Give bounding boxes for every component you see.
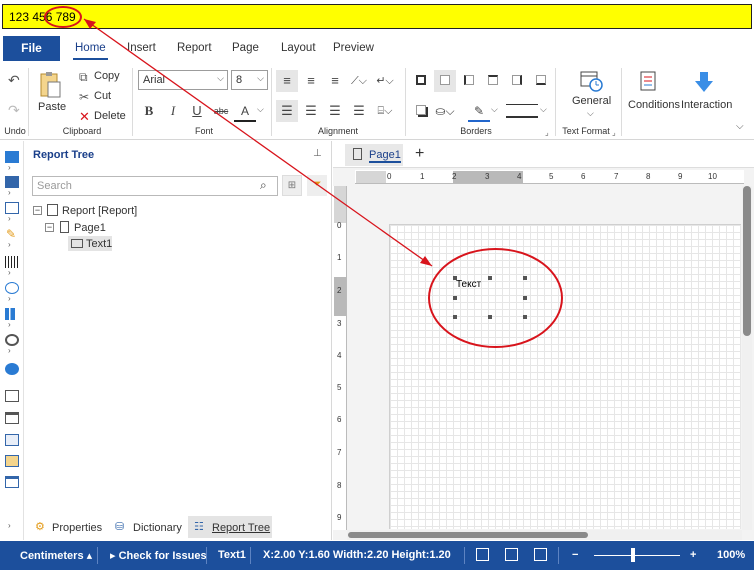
zoom-in-button[interactable]: +: [690, 549, 696, 561]
whole-page-icon[interactable]: [505, 548, 518, 561]
check-issues-button[interactable]: ▸ Check for Issues: [110, 549, 207, 562]
check-issues-label: Check for Issues: [118, 550, 207, 562]
page-width-icon[interactable]: [476, 548, 489, 561]
component-geometry: X:2.00 Y:1.60 Width:2.20 Height:1.20: [263, 549, 451, 561]
selected-component: Text1: [218, 549, 246, 561]
divider: [206, 547, 207, 564]
zoom-slider-thumb[interactable]: [631, 548, 635, 562]
multiple-pages-icon[interactable]: [534, 548, 547, 561]
zoom-out-button[interactable]: −: [572, 549, 578, 561]
divider: [97, 547, 98, 564]
divider: [250, 547, 251, 564]
zoom-level: 100%: [717, 549, 746, 561]
divider: [558, 547, 559, 564]
units-value: Centimeters: [20, 550, 84, 562]
annotation-arrow: [83, 18, 433, 267]
divider: [464, 547, 465, 564]
units-dropdown[interactable]: Centimeters ▴: [20, 549, 92, 562]
zoom-slider-track[interactable]: [594, 555, 680, 556]
status-bar: Centimeters ▴ ▸ Check for Issues Text1 X…: [0, 541, 754, 570]
